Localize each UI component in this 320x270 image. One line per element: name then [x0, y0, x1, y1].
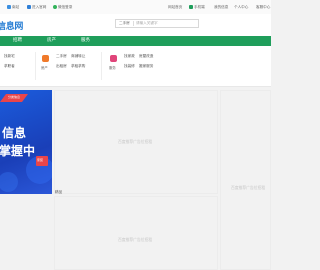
category-link[interactable]: 找新宅 [4, 54, 15, 59]
category-link[interactable]: 找家政 [124, 54, 135, 59]
site-logo[interactable]: 信息网 [0, 19, 23, 32]
category-link[interactable]: 商铺转让 [71, 54, 85, 59]
category-link[interactable]: 求租求购 [71, 64, 85, 69]
category-divider [101, 52, 102, 80]
ad-slot-side[interactable]: 百度推荐广告位招租 [220, 90, 271, 270]
ad-placeholder-text: 百度推荐广告位招租 [231, 185, 266, 190]
topbar-link-mobile[interactable]: 手机端 [194, 0, 205, 14]
topbar-link-home[interactable]: 网站首页 [168, 0, 182, 14]
category-link[interactable]: 搬家服务 [139, 64, 153, 69]
topbar-link-myinfo[interactable]: 我的信息 [214, 0, 228, 14]
search-box: 二手房 [115, 19, 199, 28]
topbar-link-user-center[interactable]: 个人中心 [234, 0, 248, 14]
category-label-property: 房产 [41, 66, 48, 70]
topbar-link-city[interactable]: 南站 [12, 0, 19, 14]
ad-placeholder-text: 百度推荐广告位招租 [118, 237, 153, 242]
ad-slot-main[interactable]: 百度推荐广告位招租 [54, 90, 218, 194]
search-category-select[interactable]: 二手房 [119, 20, 130, 27]
ad-slot-bottom[interactable]: 百度推荐广告位招租 [54, 196, 218, 270]
banner-tag: 家装 [37, 158, 44, 162]
category-label-service: 服务 [109, 66, 116, 70]
category-link[interactable]: 房屋改造 [139, 54, 153, 59]
topbar-link-wechat[interactable]: 微信登录 [58, 0, 72, 14]
nav-item-jobs[interactable]: 招聘 [13, 36, 22, 46]
category-link[interactable]: 出租房 [56, 64, 67, 69]
category-divider [35, 52, 36, 80]
topbar-link-service[interactable]: 客服中心 [256, 0, 270, 14]
mobile-icon [189, 5, 193, 9]
service-icon [110, 55, 117, 62]
search-input[interactable] [136, 20, 194, 27]
category-panel: 找新宅 求职者 房产 二手房 商铺转让 出租房 求租求购 服务 找家政 房屋改造… [0, 46, 271, 87]
search-divider [133, 21, 134, 26]
home-icon [27, 5, 31, 9]
section-label: 精品 [55, 190, 63, 194]
main-nav: 招聘 房产 服务 [0, 36, 271, 46]
ad-placeholder-text: 百度推荐广告位招租 [118, 139, 153, 144]
banner-badge: 分类信息 [8, 95, 21, 99]
house-icon [42, 55, 49, 62]
banner-headline-2: 掌握中 [0, 144, 36, 158]
location-icon [7, 5, 11, 9]
category-link[interactable]: 求职者 [4, 64, 15, 69]
topbar-link-official[interactable]: 进入官网 [32, 0, 46, 14]
nav-item-property[interactable]: 房产 [47, 36, 56, 46]
wechat-icon [53, 5, 57, 9]
nav-item-services[interactable]: 服务 [81, 36, 90, 46]
banner-headline-1: 信息 [2, 126, 27, 140]
category-link[interactable]: 二手房 [56, 54, 67, 59]
category-link[interactable]: 找装修 [124, 64, 135, 69]
promo-banner[interactable]: 分类信息 信息 掌握中 家装 [0, 90, 52, 194]
top-bar: 南站 进入官网 微信登录 网站首页 手机端 我的信息 个人中心 客服中心 [0, 0, 271, 15]
